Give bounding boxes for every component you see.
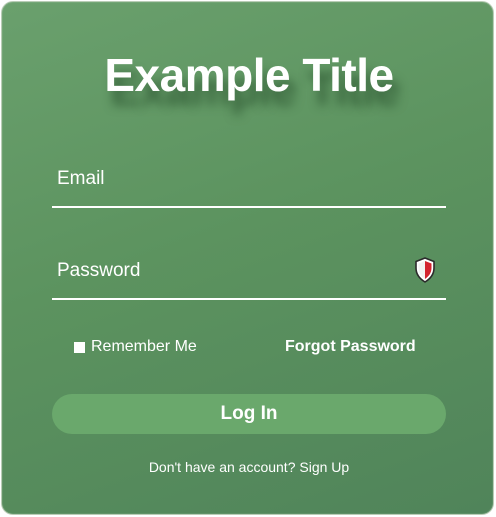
signup-prompt: Don't have an account? Sign Up [2,459,496,475]
email-field-container [52,162,446,208]
password-field[interactable] [52,254,397,288]
login-button[interactable]: Log In [52,394,446,434]
remember-me-checkbox[interactable] [74,341,85,353]
signup-link[interactable]: Sign Up [299,459,349,475]
page-title: Example Title [104,49,394,101]
forgot-password-link[interactable]: Forgot Password [285,338,416,356]
login-card: Example Title Remember Me Forgot Passwor… [1,1,494,515]
remember-me[interactable]: Remember Me [74,338,197,356]
email-field[interactable] [52,162,397,196]
password-field-container [52,254,446,300]
signup-prompt-text: Don't have an account? [148,459,296,475]
shield-icon[interactable] [414,257,436,283]
remember-me-label: Remember Me [91,338,197,355]
